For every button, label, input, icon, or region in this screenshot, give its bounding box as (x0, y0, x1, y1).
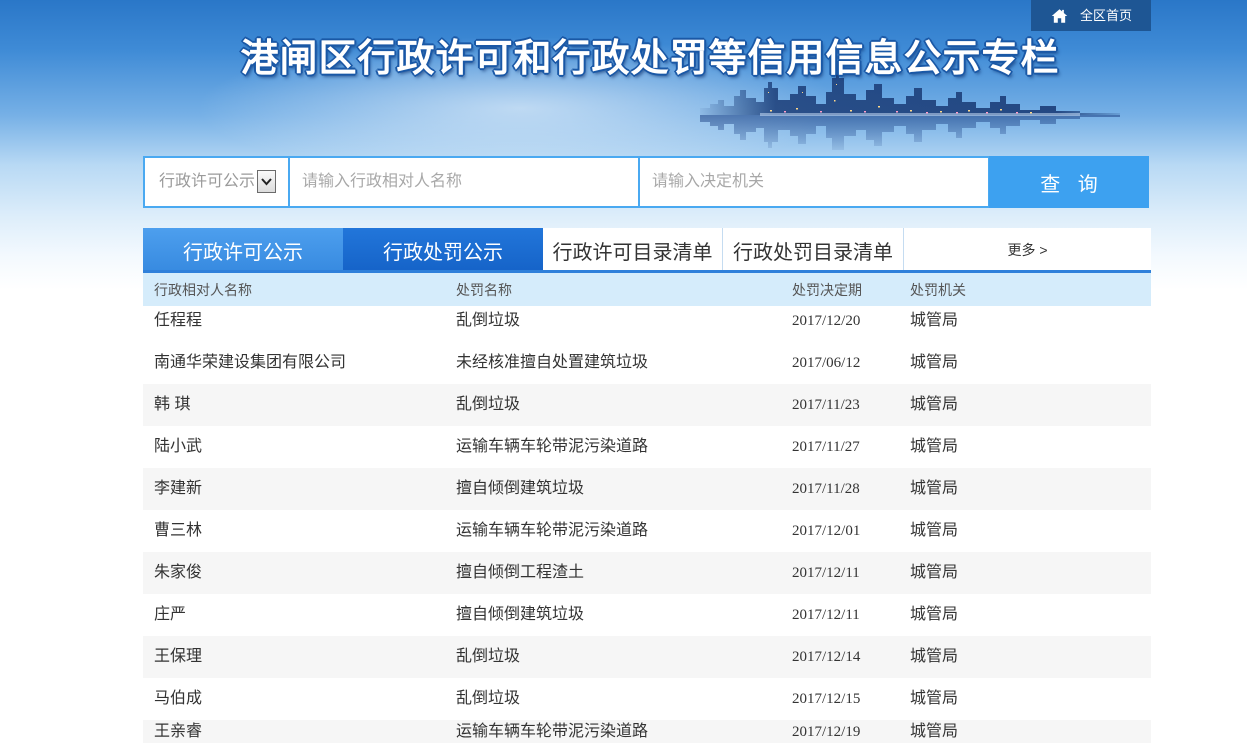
cell-party-name: 马伯成 (154, 690, 203, 707)
cell-authority: 城管局 (910, 606, 959, 623)
cell-penalty-name: 乱倒垃圾 (456, 396, 521, 413)
search-button[interactable]: 查 询 (989, 156, 1149, 208)
home-link[interactable]: 全区首页 (1031, 0, 1151, 31)
cell-penalty-name: 擅自倾倒建筑垃圾 (456, 606, 585, 623)
tab-penalty-public[interactable]: 行政处罚公示 (343, 228, 543, 272)
cell-decision-date: 2017/12/19 (792, 723, 861, 740)
cell-party-name: 任程程 (154, 312, 203, 329)
cell-party-name: 朱家俊 (154, 564, 203, 581)
chevron-down-icon-shape (261, 178, 272, 186)
chevron-down-icon-svg (261, 178, 272, 186)
cell-party-name: 庄严 (154, 606, 187, 623)
cell-decision-date: 2017/12/14 (792, 649, 861, 665)
cell-penalty-name: 擅自倾倒建筑垃圾 (456, 480, 585, 497)
table-row[interactable]: 王亲睿 运输车辆车轮带泥污染道路 2017/12/19 城管局 (143, 720, 1151, 743)
cell-authority: 城管局 (910, 438, 959, 455)
category-tabs: 行政许可公示 行政处罚公示 行政许可目录清单 行政处罚目录清单 更多 > (143, 228, 1151, 272)
cell-party-name: 李建新 (154, 480, 203, 497)
cell-decision-date: 2017/12/15 (792, 691, 861, 707)
cell-penalty-name: 乱倒垃圾 (456, 690, 521, 707)
decision-authority-input[interactable] (640, 158, 988, 206)
home-link-label: 全区首页 (1080, 8, 1133, 23)
home-icon (1051, 8, 1068, 23)
cell-authority: 城管局 (910, 354, 959, 371)
penalty-table: 行政相对人名称 处罚名称 处罚决定期 处罚机关 任程程 乱倒垃圾 2017/12… (143, 273, 1151, 743)
cell-decision-date: 2017/12/11 (792, 565, 860, 581)
table-row[interactable]: 马伯成 乱倒垃圾 2017/12/15 城管局 (143, 678, 1151, 720)
column-header-party-name: 行政相对人名称 (154, 281, 252, 298)
cell-decision-date: 2017/11/23 (792, 397, 860, 413)
cell-decision-date: 2017/12/11 (792, 607, 860, 623)
cell-authority: 城管局 (910, 522, 959, 539)
cell-authority: 城管局 (910, 722, 959, 740)
cell-penalty-name: 乱倒垃圾 (456, 312, 521, 329)
table-row[interactable]: 南通华荣建设集团有限公司 未经核准擅自处置建筑垃圾 2017/06/12 城管局 (143, 342, 1151, 384)
cell-party-name: 陆小武 (154, 438, 203, 455)
table-row[interactable]: 朱家俊 擅自倾倒工程渣土 2017/12/11 城管局 (143, 552, 1151, 594)
party-name-input[interactable] (290, 158, 638, 206)
cell-decision-date: 2017/06/12 (792, 355, 861, 371)
home-icon-shape (1051, 8, 1068, 23)
cell-penalty-name: 运输车辆车轮带泥污染道路 (456, 438, 649, 455)
column-header-authority: 处罚机关 (910, 281, 966, 298)
cell-authority: 城管局 (910, 564, 959, 581)
cell-party-name: 王保理 (154, 648, 203, 665)
chevron-down-icon (257, 170, 276, 193)
category-select-value: 行政许可公示 (159, 173, 256, 190)
skyline-reflection (700, 115, 1120, 150)
tab-permit-public[interactable]: 行政许可公示 (143, 228, 343, 272)
tab-penalty-catalog[interactable]: 行政处罚目录清单 (723, 228, 904, 272)
cell-party-name: 曹三林 (154, 522, 203, 539)
table-row[interactable]: 李建新 擅自倾倒建筑垃圾 2017/11/28 城管局 (143, 468, 1151, 510)
cell-penalty-name: 运输车辆车轮带泥污染道路 (456, 522, 649, 539)
cell-penalty-name: 运输车辆车轮带泥污染道路 (456, 722, 649, 740)
cell-authority: 城管局 (910, 480, 959, 497)
table-row[interactable]: 陆小武 运输车辆车轮带泥污染道路 2017/11/27 城管局 (143, 426, 1151, 468)
cell-authority: 城管局 (910, 690, 959, 707)
page-title: 港闸区行政许可和行政处罚等信用信息公示专栏 (240, 38, 1060, 80)
cell-party-name: 南通华荣建设集团有限公司 (154, 354, 347, 371)
cell-decision-date: 2017/11/27 (792, 439, 860, 455)
column-header-penalty-name: 处罚名称 (456, 281, 512, 298)
cell-authority: 城管局 (910, 648, 959, 665)
cell-penalty-name: 擅自倾倒工程渣土 (456, 564, 585, 581)
table-row[interactable]: 曹三林 运输车辆车轮带泥污染道路 2017/12/01 城管局 (143, 510, 1151, 552)
more-link[interactable]: 更多 > (904, 228, 1151, 272)
table-row[interactable]: 庄严 擅自倾倒建筑垃圾 2017/12/11 城管局 (143, 594, 1151, 636)
category-select[interactable]: 行政许可公示 (145, 158, 288, 206)
cell-party-name: 韩 琪 (154, 396, 191, 413)
column-header-decision-date: 处罚决定期 (792, 281, 862, 298)
cell-decision-date: 2017/12/20 (792, 313, 861, 329)
cell-authority: 城管局 (910, 396, 959, 413)
table-row[interactable]: 王保理 乱倒垃圾 2017/12/14 城管局 (143, 636, 1151, 678)
cell-penalty-name: 未经核准擅自处置建筑垃圾 (456, 354, 649, 371)
table-header: 行政相对人名称 处罚名称 处罚决定期 处罚机关 (143, 273, 1151, 306)
cell-decision-date: 2017/11/28 (792, 481, 860, 497)
search-bar: 行政许可公示 查 询 (143, 156, 1149, 208)
cell-penalty-name: 乱倒垃圾 (456, 648, 521, 665)
cell-authority: 城管局 (910, 312, 959, 329)
table-row[interactable]: 任程程 乱倒垃圾 2017/12/20 城管局 (143, 306, 1151, 342)
table-row[interactable]: 韩 琪 乱倒垃圾 2017/11/23 城管局 (143, 384, 1151, 426)
cell-party-name: 王亲睿 (154, 722, 203, 740)
cell-decision-date: 2017/12/01 (792, 523, 861, 539)
tab-permit-catalog[interactable]: 行政许可目录清单 (543, 228, 723, 272)
